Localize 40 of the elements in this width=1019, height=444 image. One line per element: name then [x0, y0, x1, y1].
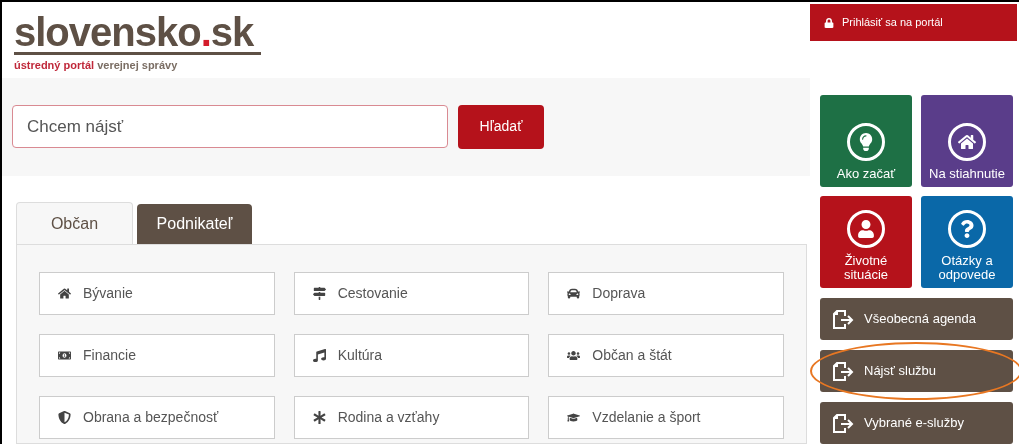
logo[interactable]: slovensko.sk — [14, 12, 262, 55]
tab[interactable]: Občan — [16, 202, 133, 244]
tab[interactable]: Podnikateľ — [137, 204, 252, 244]
signpost-icon — [312, 287, 326, 300]
house-icon — [948, 123, 986, 161]
search-button[interactable]: Hľadať — [458, 104, 544, 149]
car-icon — [567, 287, 581, 300]
category-link[interactable]: Kultúra — [293, 334, 530, 377]
document-arrow-icon — [832, 360, 854, 382]
house-icon — [58, 287, 71, 300]
service-tile[interactable]: Otázky a odpovede — [921, 196, 1013, 288]
login-button[interactable]: Prihlásiť sa na portál — [810, 4, 1017, 41]
category-link[interactable]: Bývanie — [39, 272, 275, 315]
asterisk-icon — [312, 411, 326, 424]
banknote-icon — [58, 349, 71, 362]
question-mark-icon — [948, 210, 986, 248]
graduation-cap-icon — [567, 411, 581, 424]
person-icon — [847, 210, 885, 248]
category-link[interactable]: Občan a štát — [548, 334, 784, 377]
search-field[interactable]: Chcem nájsť — [12, 105, 448, 149]
category-link[interactable]: Vzdelanie a šport — [548, 396, 784, 439]
service-tile[interactable]: Ako začať — [820, 95, 912, 187]
people-icon — [567, 349, 581, 362]
category-link[interactable]: Rodina a vzťahy — [293, 396, 530, 439]
action-button[interactable]: Všeobecná agenda — [820, 298, 1013, 340]
document-arrow-icon — [832, 308, 854, 330]
lock-icon — [824, 17, 834, 28]
category-link[interactable]: Financie — [39, 334, 275, 377]
service-tile[interactable]: Životné situácie — [820, 196, 912, 288]
category-link[interactable]: Cestovanie — [293, 272, 530, 315]
service-tile[interactable]: Na stiahnutie — [921, 95, 1013, 187]
category-link[interactable]: Obrana a bezpečnosť — [39, 396, 275, 439]
shield-icon — [58, 411, 71, 424]
category-link[interactable]: Doprava — [548, 272, 784, 315]
lightbulb-icon — [847, 123, 885, 161]
document-arrow-icon — [832, 412, 854, 434]
action-button[interactable]: Nájsť službu — [820, 350, 1013, 392]
music-note-icon — [312, 349, 326, 362]
action-button[interactable]: Vybrané e-služby — [820, 402, 1013, 444]
tagline: ústredný portál verejnej správy — [14, 58, 178, 73]
